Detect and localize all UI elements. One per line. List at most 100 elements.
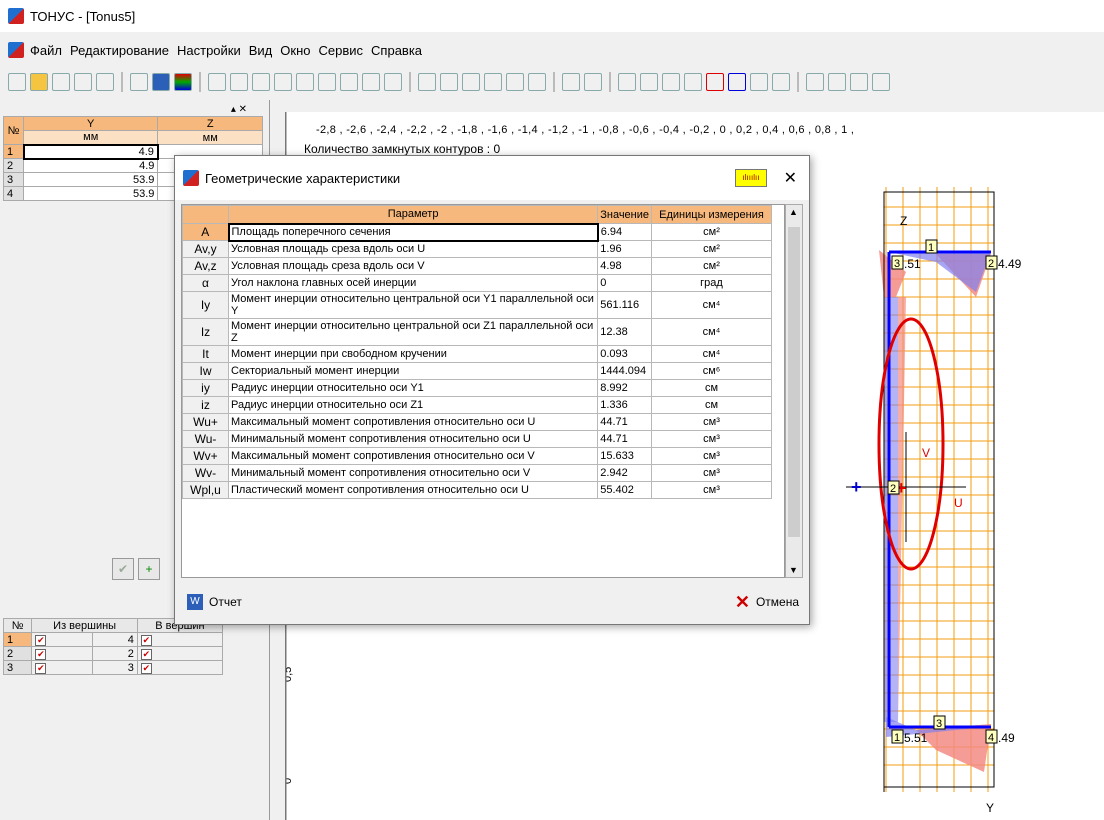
checkbox-icon[interactable]: ✔ — [35, 634, 47, 646]
refresh-icon[interactable] — [384, 73, 402, 91]
cell-y[interactable]: 53.9 — [22, 172, 159, 187]
axes-icon[interactable] — [662, 73, 680, 91]
row-param[interactable]: Секториальный момент инерции — [227, 362, 599, 380]
menu-edit[interactable]: Редактирование — [70, 43, 169, 58]
table-row[interactable]: iy Радиус инерции относительно оси Y1 8.… — [182, 379, 772, 397]
table-row[interactable]: Wu- Минимальный момент сопротивления отн… — [182, 430, 772, 448]
word-icon[interactable] — [152, 73, 170, 91]
checkbox-icon[interactable]: ✔ — [35, 648, 47, 660]
row-param[interactable]: Условная площадь среза вдоль оси V — [227, 257, 599, 275]
dots-icon[interactable] — [484, 73, 502, 91]
points-icon[interactable] — [440, 73, 458, 91]
cross-icon[interactable] — [684, 73, 702, 91]
split-icon[interactable] — [828, 73, 846, 91]
table-icon[interactable] — [872, 73, 890, 91]
to-checkbox[interactable]: ✔ — [136, 660, 224, 675]
table-row[interactable]: Iy Момент инерции относительно центральн… — [182, 291, 772, 319]
row-value[interactable]: 44.71 — [597, 413, 652, 431]
cancel-button[interactable]: ✕ Отмена — [729, 588, 805, 616]
row-value[interactable]: 2.942 — [597, 464, 652, 482]
table-row[interactable]: iz Радиус инерции относительно оси Z1 1.… — [182, 396, 772, 414]
row-value[interactable]: 6.94 — [597, 223, 652, 241]
from-checkbox[interactable]: ✔ — [31, 646, 94, 661]
polyline-icon[interactable] — [462, 73, 480, 91]
row-param[interactable]: Максимальный момент сопротивления относи… — [227, 413, 599, 431]
row-param[interactable]: Момент инерции при свободном кручении — [227, 345, 599, 363]
to-checkbox[interactable]: ✔ — [136, 632, 224, 647]
table-row[interactable]: A Площадь поперечного сечения 6.94 см² — [182, 222, 772, 242]
diamond-icon[interactable] — [772, 73, 790, 91]
mesh-icon[interactable] — [618, 73, 636, 91]
row-value[interactable]: 4.98 — [597, 257, 652, 275]
phi-icon[interactable] — [130, 73, 148, 91]
close-icon[interactable]: ✕ — [784, 168, 797, 188]
row-value[interactable]: 0.093 — [597, 345, 652, 363]
open-folder-icon[interactable] — [30, 73, 48, 91]
app-menu-icon[interactable] — [8, 42, 24, 58]
table-row[interactable]: 3 ✔ 3 ✔ — [2, 660, 224, 675]
table-row[interactable]: 2 ✔ 2 ✔ — [2, 646, 224, 661]
save-icon[interactable] — [52, 73, 70, 91]
window-icon[interactable] — [806, 73, 824, 91]
row-param[interactable]: Минимальный момент сопротивления относит… — [227, 464, 599, 482]
table-row[interactable]: Wv- Минимальный момент сопротивления отн… — [182, 464, 772, 482]
lb-icon[interactable] — [528, 73, 546, 91]
arrows-icon[interactable] — [850, 73, 868, 91]
table-row[interactable]: Iw Секториальный момент инерции 1444.094… — [182, 362, 772, 380]
row-value[interactable]: 1.336 — [597, 396, 652, 414]
cell-from[interactable]: 2 — [92, 646, 138, 661]
mesh-label-icon[interactable] — [640, 73, 658, 91]
report-button[interactable]: W Отчет — [181, 588, 248, 616]
from-checkbox[interactable]: ✔ — [31, 632, 94, 647]
cell-y[interactable]: 4.9 — [22, 158, 159, 173]
row-param[interactable]: Угол наклона главных осей инерции — [227, 274, 599, 292]
menu-settings[interactable]: Настройки — [177, 43, 241, 58]
table-row[interactable]: Wv+ Максимальный момент сопротивления от… — [182, 447, 772, 465]
row-value[interactable]: 12.38 — [597, 318, 652, 346]
palette-icon[interactable] — [174, 73, 192, 91]
row-param[interactable]: Минимальный момент сопротивления относит… — [227, 430, 599, 448]
table-row[interactable]: 1 ✔ 4 ✔ — [2, 632, 224, 647]
row-param[interactable]: Максимальный момент сопротивления относи… — [227, 447, 599, 465]
cell-from[interactable]: 3 — [92, 660, 138, 675]
row-param[interactable]: Пластический момент сопротивления относи… — [227, 481, 599, 499]
table-row[interactable]: Av,y Условная площадь среза вдоль оси U … — [182, 240, 772, 258]
row-param[interactable]: Момент инерции относительно центральной … — [227, 318, 599, 346]
add-row-icon[interactable]: + — [138, 558, 160, 580]
new-file-icon[interactable] — [8, 73, 26, 91]
row-param[interactable]: Площадь поперечного сечения — [227, 222, 599, 242]
row-param[interactable]: Радиус инерции относительно оси Y1 — [227, 379, 599, 397]
menu-help[interactable]: Справка — [371, 43, 422, 58]
cell-y[interactable]: 53.9 — [22, 186, 159, 201]
scroll-up-icon[interactable]: ▲ — [789, 207, 798, 217]
scroll-down-icon[interactable]: ▼ — [789, 565, 798, 575]
print-icon[interactable] — [74, 73, 92, 91]
row-value[interactable]: 561.116 — [597, 291, 652, 319]
checkbox-icon[interactable]: ✔ — [140, 648, 152, 660]
table-row[interactable]: Wu+ Максимальный момент сопротивления от… — [182, 413, 772, 431]
rotate-icon[interactable] — [362, 73, 380, 91]
plus-red-icon[interactable] — [706, 73, 724, 91]
table-row[interactable]: Wpl,u Пластический момент сопротивления … — [182, 481, 772, 499]
diag-icon[interactable] — [750, 73, 768, 91]
shape-alt-icon[interactable] — [584, 73, 602, 91]
cell-from[interactable]: 4 — [92, 632, 138, 647]
table-row[interactable]: α Угол наклона главных осей инерции 0 гр… — [182, 274, 772, 292]
row-value[interactable]: 55.402 — [597, 481, 652, 499]
row-param[interactable]: Радиус инерции относительно оси Z1 — [227, 396, 599, 414]
shape-icon[interactable] — [562, 73, 580, 91]
menu-window[interactable]: Окно — [280, 43, 310, 58]
from-checkbox[interactable]: ✔ — [31, 660, 94, 675]
menu-view[interactable]: Вид — [249, 43, 273, 58]
pan-icon[interactable] — [318, 73, 336, 91]
table-row[interactable]: Iz Момент инерции относительно центральн… — [182, 318, 772, 346]
row-value[interactable]: 44.71 — [597, 430, 652, 448]
row-value[interactable]: 0 — [597, 274, 652, 292]
plus-blue-icon[interactable] — [728, 73, 746, 91]
undo-icon[interactable] — [252, 73, 270, 91]
row-value[interactable]: 1.96 — [597, 240, 652, 258]
redo-icon[interactable] — [274, 73, 292, 91]
properties-icon[interactable] — [96, 73, 114, 91]
grid-alt-icon[interactable] — [230, 73, 248, 91]
merge-icon[interactable] — [506, 73, 524, 91]
